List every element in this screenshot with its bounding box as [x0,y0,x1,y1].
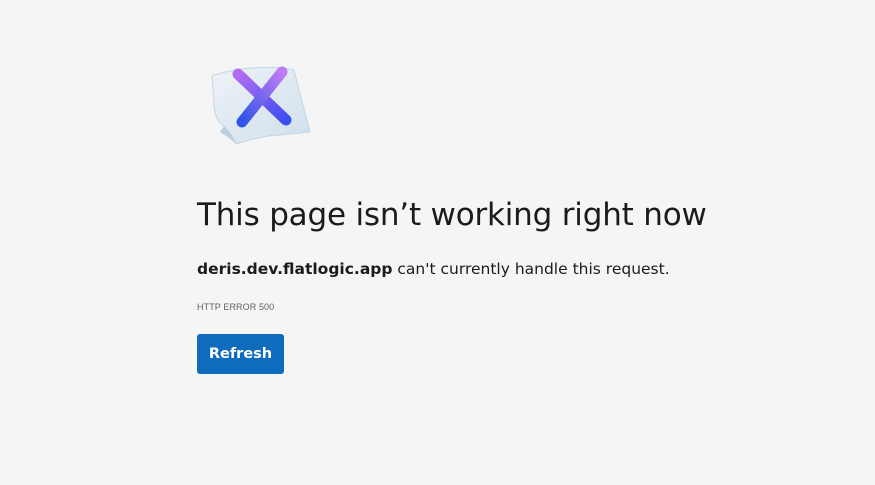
error-title: This page isn’t working right now [197,197,707,233]
error-x-paper-icon [211,66,311,145]
error-code: HTTP ERROR 500 [197,302,275,312]
error-message-text: can't currently handle this request. [392,260,670,278]
error-page: This page isn’t working right now deris.… [0,0,875,485]
error-host: deris.dev.flatlogic.app [197,260,393,278]
refresh-button[interactable]: Refresh [197,334,284,374]
error-message: deris.dev.flatlogic.app can't currently … [197,258,670,280]
